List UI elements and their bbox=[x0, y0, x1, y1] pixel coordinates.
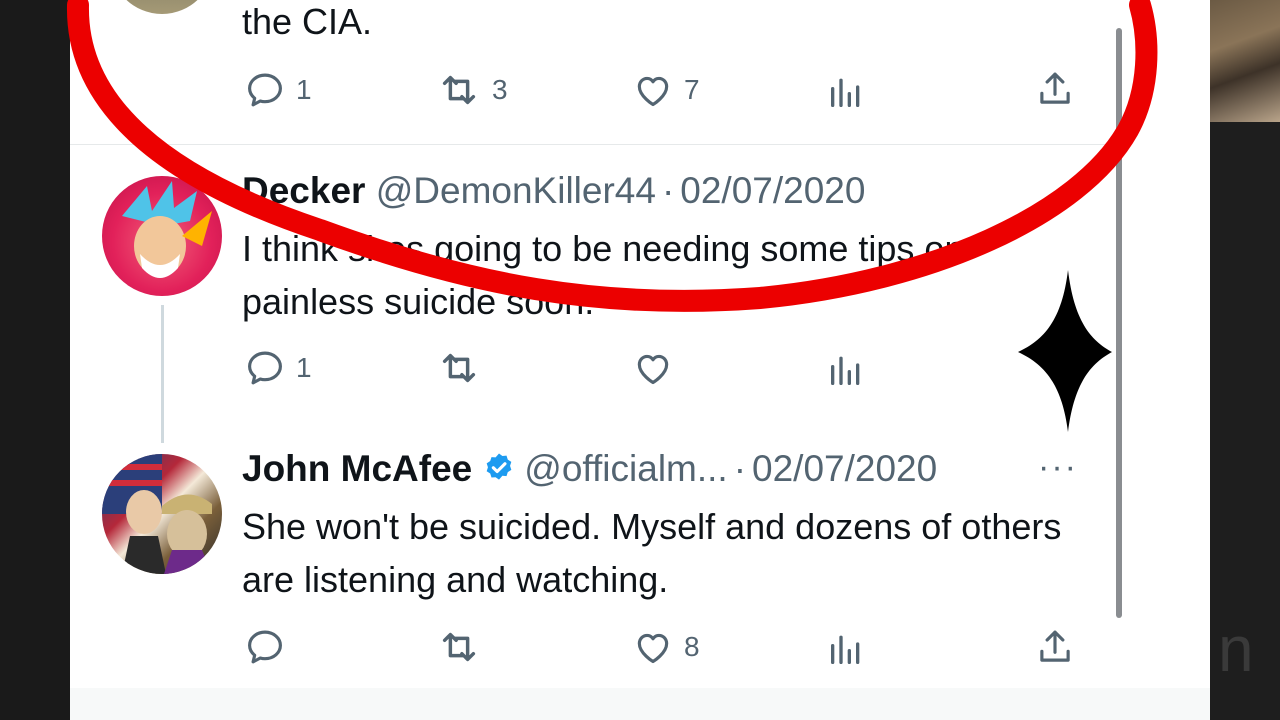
like-count: 7 bbox=[684, 74, 700, 105]
right-side-panel: n bbox=[1210, 0, 1280, 720]
retweet-button[interactable] bbox=[436, 348, 482, 388]
retweet-icon bbox=[436, 345, 482, 391]
feed-bottom-strip bbox=[70, 688, 1210, 720]
reply-icon bbox=[244, 69, 286, 111]
share-button[interactable] bbox=[1034, 627, 1076, 667]
reply-button[interactable] bbox=[244, 627, 286, 667]
share-icon bbox=[1034, 626, 1076, 668]
like-button[interactable]: 7 bbox=[632, 70, 700, 110]
reply-icon bbox=[244, 626, 286, 668]
tweet-divider bbox=[70, 144, 1130, 145]
reply-button[interactable]: 1 bbox=[244, 70, 312, 110]
timestamp[interactable]: 02/07/2020 bbox=[752, 448, 937, 489]
avatar-top-tweet[interactable] bbox=[110, 0, 214, 14]
side-glyph: n bbox=[1218, 613, 1254, 685]
views-button[interactable] bbox=[826, 72, 866, 112]
avatar-illustration bbox=[122, 181, 212, 278]
separator: · bbox=[733, 448, 747, 489]
views-icon bbox=[826, 629, 866, 669]
scrollbar[interactable] bbox=[1116, 28, 1122, 618]
share-icon bbox=[1034, 68, 1076, 110]
separator: · bbox=[661, 170, 675, 211]
left-letterbox bbox=[0, 0, 70, 720]
retweet-button[interactable]: 3 bbox=[436, 70, 508, 110]
retweet-icon bbox=[436, 67, 482, 113]
like-icon bbox=[632, 626, 674, 668]
tweet-header-decker: Decker @DemonKiller44 · 02/07/2020 bbox=[242, 170, 865, 212]
side-photo bbox=[1210, 0, 1280, 122]
tweet-thread: the CIA. 1 3 7 Decker @DemonKiller44 · 02/… bbox=[70, 0, 1210, 720]
like-count: 8 bbox=[684, 631, 700, 662]
views-button[interactable] bbox=[826, 629, 866, 669]
views-icon bbox=[826, 72, 866, 112]
like-icon bbox=[632, 347, 674, 389]
reply-button[interactable]: 1 bbox=[244, 348, 312, 388]
tweet-text-mcafee: She won't be suicided. Myself and dozens… bbox=[242, 506, 1062, 600]
verified-badge-icon bbox=[486, 453, 512, 480]
retweet-button[interactable] bbox=[436, 627, 482, 667]
display-name[interactable]: John McAfee bbox=[242, 448, 472, 489]
timestamp[interactable]: 02/07/2020 bbox=[680, 170, 865, 211]
display-name[interactable]: Decker bbox=[242, 170, 365, 211]
avatar-illustration bbox=[102, 454, 212, 574]
top-tweet-text: the CIA. bbox=[242, 1, 373, 42]
tweet-text-decker: I think shes going to be needing some ti… bbox=[242, 228, 965, 322]
reply-count: 1 bbox=[296, 352, 312, 383]
reply-count: 1 bbox=[296, 74, 312, 105]
like-button[interactable] bbox=[632, 348, 674, 388]
retweet-icon bbox=[436, 624, 482, 670]
like-icon bbox=[632, 69, 674, 111]
views-icon bbox=[826, 350, 866, 390]
retweet-count: 3 bbox=[492, 74, 508, 105]
avatar-decker[interactable] bbox=[102, 176, 222, 296]
thread-connector bbox=[161, 305, 164, 443]
handle[interactable]: @officialm... bbox=[524, 448, 727, 489]
views-button[interactable] bbox=[826, 350, 866, 390]
share-button[interactable] bbox=[1034, 69, 1076, 109]
handle[interactable]: @DemonKiller44 bbox=[376, 170, 656, 211]
avatar-mcafee[interactable] bbox=[102, 454, 222, 574]
more-icon[interactable]: ··· bbox=[1038, 448, 1078, 487]
tweet-header-mcafee: John McAfee @officialm... · 02/07/2020 bbox=[242, 448, 937, 491]
reply-icon bbox=[244, 347, 286, 389]
like-button[interactable]: 8 bbox=[632, 627, 700, 667]
